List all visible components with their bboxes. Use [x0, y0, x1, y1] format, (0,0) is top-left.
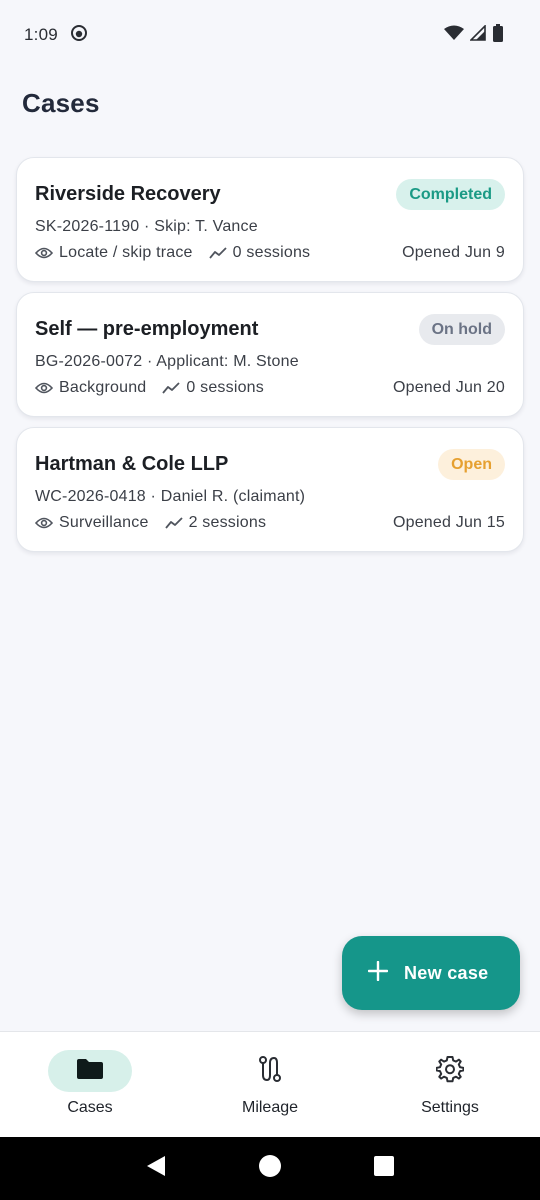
home-icon[interactable] — [258, 1154, 282, 1183]
battery-icon — [492, 23, 504, 47]
status-right — [444, 23, 504, 47]
status-badge: On hold — [418, 313, 505, 345]
trend-icon — [208, 247, 227, 259]
gear-icon — [435, 1055, 465, 1088]
case-sessions: 0 sessions — [162, 379, 264, 397]
nav-label-cases: Cases — [67, 1099, 113, 1116]
new-case-button[interactable]: New case — [342, 936, 520, 1010]
status-badge: Completed — [396, 178, 505, 210]
signal-icon — [469, 23, 486, 46]
nav-item-cases[interactable]: Cases — [0, 1032, 180, 1138]
case-type: Locate / skip trace — [35, 244, 193, 262]
system-nav-bar — [0, 1137, 540, 1200]
app-screen: 1:09 Cases Riverside Recovery Completed … — [0, 0, 540, 1200]
case-sessions-label: 0 sessions — [232, 244, 311, 261]
nav-icon-wrap — [228, 1050, 312, 1092]
case-subtitle: SK-2026-1190 · Skip: T. Vance — [35, 218, 258, 235]
recents-icon[interactable] — [373, 1155, 395, 1182]
nav-active-indicator — [48, 1050, 132, 1092]
trend-icon — [162, 382, 181, 394]
case-meta: Background 0 sessions Opened Jun 20 — [35, 379, 505, 397]
nav-label-settings: Settings — [421, 1099, 479, 1116]
plus-icon — [367, 960, 389, 986]
status-time: 1:09 — [24, 25, 58, 44]
case-meta: Locate / skip trace 0 sessions Opened Ju… — [35, 244, 505, 262]
case-sessions: 2 sessions — [164, 514, 267, 532]
case-subtitle: WC-2026-0418 · Daniel R. (claimant) — [35, 488, 306, 505]
route-icon — [257, 1055, 283, 1088]
eye-icon — [35, 381, 53, 395]
case-opened: Opened Jun 20 — [392, 379, 505, 396]
folder-icon — [76, 1058, 104, 1085]
back-icon[interactable] — [145, 1154, 167, 1183]
case-sessions-label: 0 sessions — [186, 379, 264, 396]
nav-label-mileage: Mileage — [241, 1099, 299, 1116]
card-header: Riverside Recovery Completed — [35, 178, 505, 210]
new-case-label: New case — [404, 962, 489, 983]
case-opened: Opened Jun 9 — [402, 244, 505, 261]
case-card[interactable]: Riverside Recovery Completed SK-2026-119… — [16, 157, 524, 282]
case-sessions: 0 sessions — [208, 244, 311, 262]
case-type: Background — [35, 379, 146, 397]
nav-item-mileage[interactable]: Mileage — [180, 1032, 360, 1138]
case-subtitle: BG-2026-0072 · Applicant: M. Stone — [35, 353, 299, 370]
status-left: 1:09 — [24, 24, 88, 47]
wifi-icon — [444, 25, 464, 46]
trend-icon — [164, 517, 183, 529]
notification-icon — [70, 24, 88, 47]
card-header: Self — pre-employment On hold — [35, 313, 505, 345]
case-meta: Surveillance 2 sessions Opened Jun 15 — [35, 514, 505, 532]
case-meta-left: Locate / skip trace 0 sessions — [35, 244, 326, 262]
case-type: Surveillance — [35, 514, 149, 532]
case-title: Self — pre-employment — [35, 317, 259, 340]
card-header: Hartman & Cole LLP Open — [35, 448, 505, 480]
bottom-nav: Cases Mileage Settings — [0, 1031, 540, 1137]
case-opened: Opened Jun 15 — [392, 514, 505, 531]
case-list: Riverside Recovery Completed SK-2026-119… — [16, 157, 524, 562]
case-card[interactable]: Self — pre-employment On hold BG-2026-00… — [16, 292, 524, 417]
nav-item-settings[interactable]: Settings — [360, 1032, 540, 1138]
case-sessions-label: 2 sessions — [188, 514, 267, 531]
status-bar: 1:09 — [0, 0, 540, 70]
case-title: Hartman & Cole LLP — [35, 452, 229, 475]
eye-icon — [35, 246, 53, 260]
case-meta-left: Background 0 sessions — [35, 379, 280, 397]
case-meta-left: Surveillance 2 sessions — [35, 514, 282, 532]
case-title: Riverside Recovery — [35, 182, 221, 205]
case-type-label: Surveillance — [59, 514, 149, 531]
page-title: Cases — [22, 88, 100, 118]
status-badge: Open — [438, 448, 505, 480]
nav-icon-wrap — [408, 1050, 492, 1092]
eye-icon — [35, 516, 53, 530]
case-card[interactable]: Hartman & Cole LLP Open WC-2026-0418 · D… — [16, 427, 524, 552]
case-type-label: Background — [59, 379, 147, 396]
case-type-label: Locate / skip trace — [59, 244, 193, 261]
